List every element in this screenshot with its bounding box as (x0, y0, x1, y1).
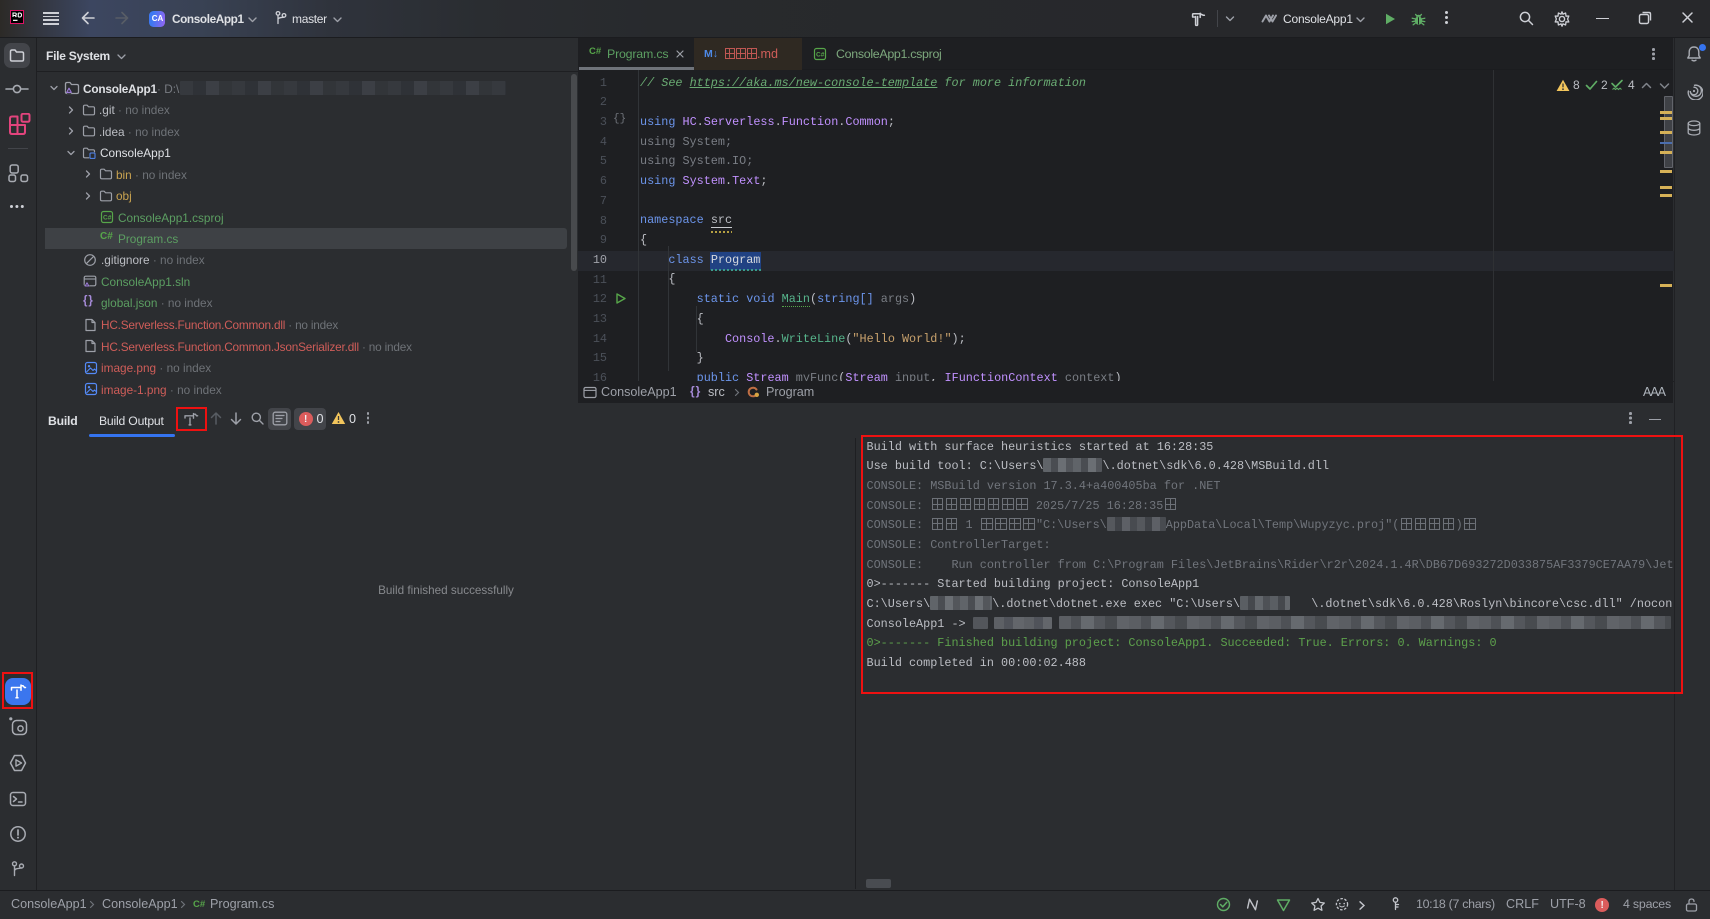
svg-text:C#: C# (103, 215, 112, 222)
svg-text:C#: C# (816, 51, 825, 58)
